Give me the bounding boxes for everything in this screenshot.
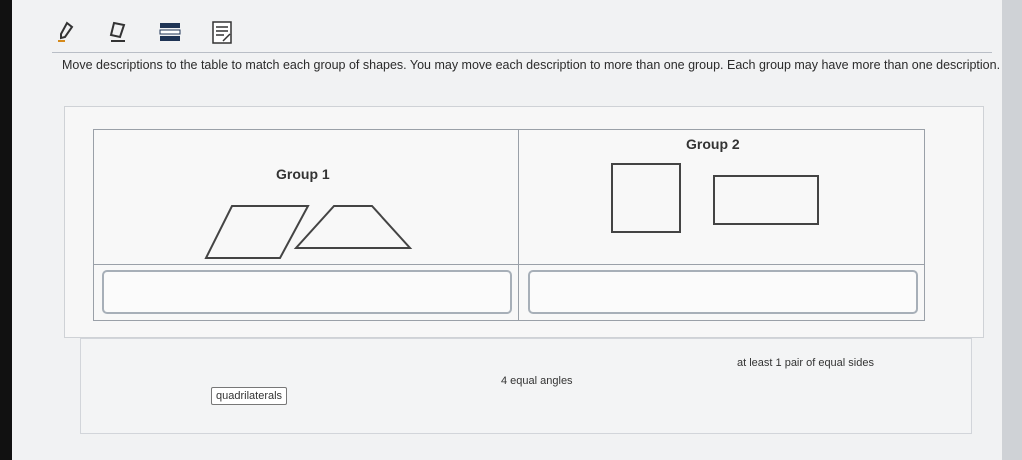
instructions-text: Move descriptions to the table to match … <box>62 58 1001 72</box>
group-table: Group 1 Group 2 <box>93 129 925 321</box>
column-divider <box>518 130 519 320</box>
left-bezel <box>0 0 12 460</box>
line-reader-tool[interactable] <box>156 18 184 46</box>
group-2-drop-zone[interactable] <box>528 270 918 314</box>
tile-quadrilaterals[interactable]: quadrilaterals <box>211 387 288 405</box>
page: Move descriptions to the table to match … <box>12 0 1002 460</box>
square-shape <box>611 163 681 233</box>
right-bezel <box>1002 0 1022 460</box>
group-1-label: Group 1 <box>276 166 330 182</box>
notepad-icon <box>212 21 232 44</box>
description-bank: quadrilaterals 4 equal angles at least 1… <box>80 338 972 434</box>
toolbar-divider <box>52 52 992 53</box>
table-container: Group 1 Group 2 <box>64 106 984 338</box>
rectangle-shape <box>713 175 819 225</box>
group-1-shapes <box>204 205 413 259</box>
pencil-icon <box>58 21 74 42</box>
eraser-tool[interactable] <box>104 18 132 46</box>
group-2-shapes <box>611 163 819 233</box>
tile-4-equal-angles[interactable]: 4 equal angles <box>497 373 577 389</box>
toolbar <box>52 14 282 50</box>
eraser-icon <box>109 21 126 42</box>
parallelogram-shape <box>204 205 310 259</box>
trapezoid-shape <box>293 205 413 249</box>
line-reader-icon <box>159 23 181 41</box>
row-divider <box>94 264 924 265</box>
pencil-tool[interactable] <box>52 18 80 46</box>
notepad-tool[interactable] <box>208 18 236 46</box>
group-1-drop-zone[interactable] <box>102 270 512 314</box>
group-2-label: Group 2 <box>686 136 740 152</box>
tile-equal-sides[interactable]: at least 1 pair of equal sides <box>733 355 878 371</box>
